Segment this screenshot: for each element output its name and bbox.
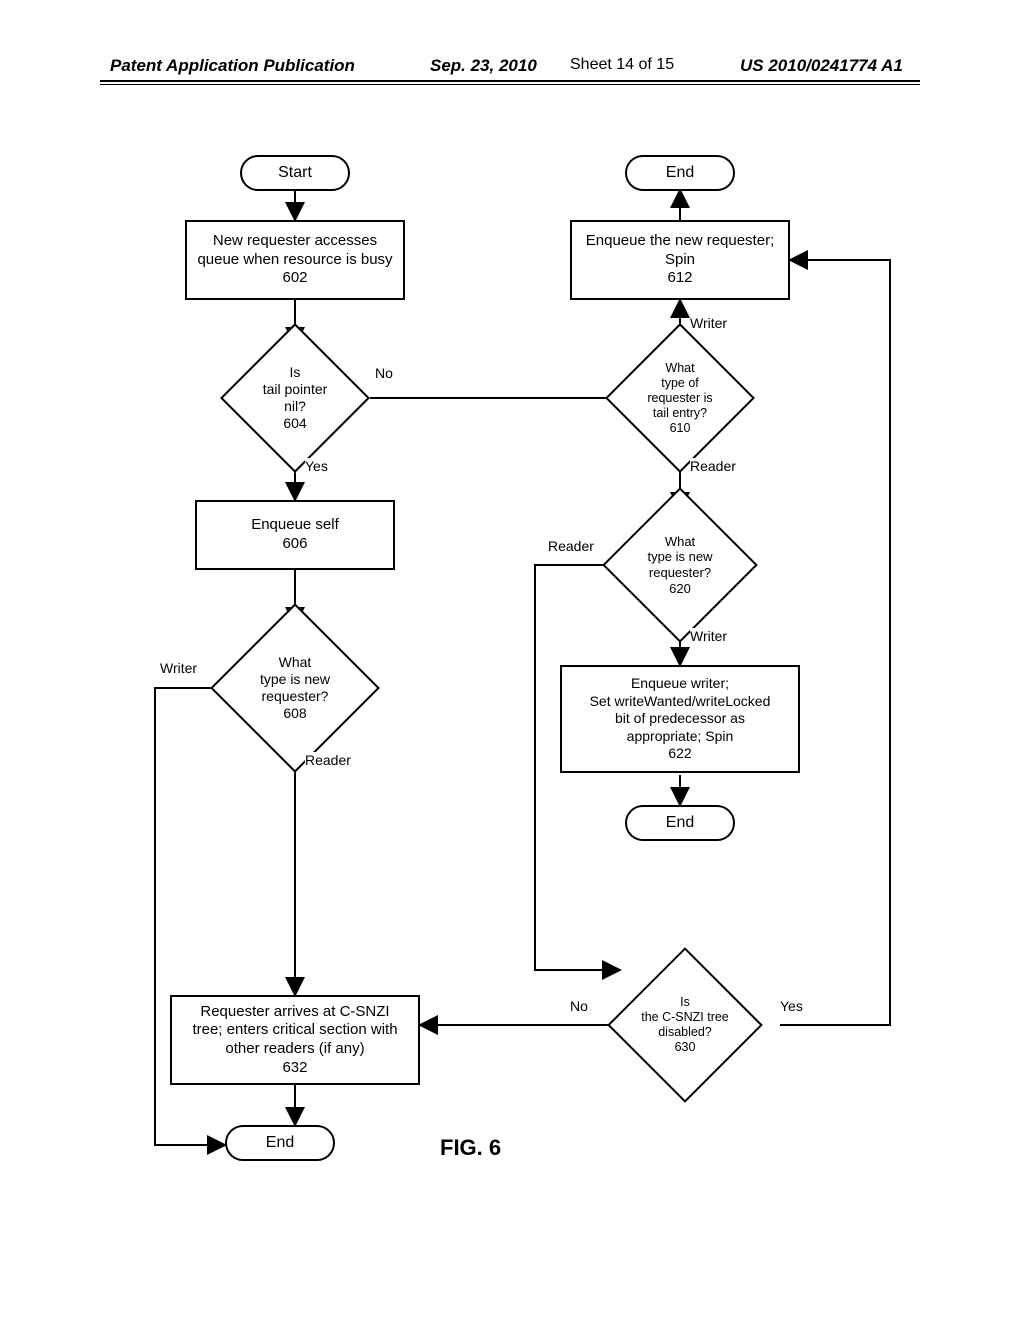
edge-630-no: No xyxy=(570,998,588,1014)
process-612: Enqueue the new requester; Spin 612 xyxy=(570,220,790,300)
edge-604-yes: Yes xyxy=(305,458,328,474)
end-bottom-label: End xyxy=(266,1134,294,1152)
edge-610-writer: Writer xyxy=(690,315,727,331)
decision-620-text: What type is new requester? 620 xyxy=(625,510,735,620)
decision-630: Is the C-SNZI tree disabled? 630 xyxy=(630,970,740,1080)
edge-610-reader: Reader xyxy=(690,458,736,474)
decision-604: Is tail pointer nil? 604 xyxy=(242,345,348,451)
edge-620-writer: Writer xyxy=(690,628,727,644)
header-sheet: Sheet 14 of 15 xyxy=(570,56,674,74)
decision-630-text: Is the C-SNZI tree disabled? 630 xyxy=(630,970,740,1080)
figure-label: FIG. 6 xyxy=(440,1135,501,1161)
end-top-label: End xyxy=(666,164,694,182)
edge-608-writer: Writer xyxy=(160,660,197,676)
terminator-end-top: End xyxy=(625,155,735,191)
process-606: Enqueue self 606 xyxy=(195,500,395,570)
header-date: Sep. 23, 2010 xyxy=(430,56,537,76)
header-rule-thin xyxy=(100,84,920,85)
start-label: Start xyxy=(278,164,312,182)
decision-608-text: What type is new requester? 608 xyxy=(235,628,355,748)
decision-620: What type is new requester? 620 xyxy=(625,510,735,620)
process-632: Requester arrives at C-SNZI tree; enters… xyxy=(170,995,420,1085)
end-mid-label: End xyxy=(666,814,694,832)
decision-604-text: Is tail pointer nil? 604 xyxy=(242,345,348,451)
edge-608-reader: Reader xyxy=(305,752,351,768)
edge-620-reader: Reader xyxy=(548,538,594,554)
header-rule-thick xyxy=(100,80,920,82)
edge-604-no: No xyxy=(375,365,393,381)
process-602: New requester accesses queue when resour… xyxy=(185,220,405,300)
terminator-start: Start xyxy=(240,155,350,191)
process-622: Enqueue writer; Set writeWanted/writeLoc… xyxy=(560,665,800,773)
decision-610: What type of requester is tail entry? 61… xyxy=(627,345,733,451)
header-pubno: US 2010/0241774 A1 xyxy=(740,56,903,76)
terminator-end-bottom: End xyxy=(225,1125,335,1161)
decision-608: What type is new requester? 608 xyxy=(235,628,355,748)
terminator-end-mid: End xyxy=(625,805,735,841)
flowchart: Start New requester accesses queue when … xyxy=(120,150,910,1210)
header-left: Patent Application Publication xyxy=(110,56,355,76)
edge-630-yes: Yes xyxy=(780,998,803,1014)
decision-610-text: What type of requester is tail entry? 61… xyxy=(627,345,733,451)
